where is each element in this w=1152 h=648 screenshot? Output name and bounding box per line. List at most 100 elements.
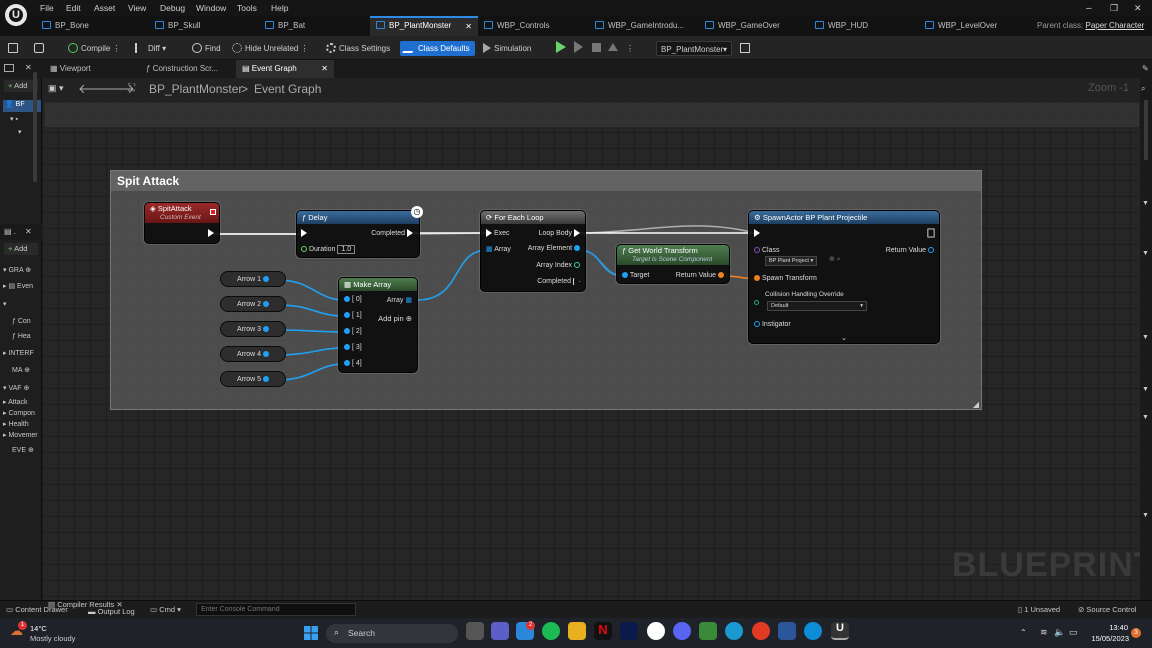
chrome-icon[interactable]	[647, 622, 665, 640]
details-scrollbar[interactable]	[1144, 100, 1148, 160]
expand-pins-icon[interactable]: ⌄	[841, 334, 847, 342]
diff-button[interactable]: Diff ▾	[135, 41, 166, 56]
array-pin-2[interactable]: [ 2]	[344, 328, 362, 335]
simulation-button[interactable]: Simulation	[483, 41, 531, 56]
volume-icon[interactable]: 🔈	[1054, 627, 1065, 638]
class-browse-icons[interactable]: ⊕ ⌕	[829, 255, 841, 264]
console-command-input[interactable]	[196, 603, 356, 616]
show-hidden-icons-icon[interactable]: ⌃	[1020, 628, 1027, 637]
tab-wbp-gameintroduction[interactable]: WBP_GameIntrodu...	[595, 16, 695, 36]
teams-icon[interactable]	[491, 622, 509, 640]
graph-event-item[interactable]: ▸ ▤ Even	[3, 282, 41, 290]
menu-tools[interactable]: Tools	[237, 3, 257, 13]
add-member-button[interactable]: + Add	[4, 243, 38, 255]
minimize-button[interactable]: –	[1086, 3, 1092, 14]
collision-select[interactable]: Default ▾	[767, 301, 867, 311]
menu-edit[interactable]: Edit	[66, 3, 81, 13]
chevron-down-icon[interactable]: ▼	[1142, 334, 1149, 341]
array-pin-1[interactable]: [ 1]	[344, 312, 362, 319]
delay-completed-pin[interactable]: Completed	[371, 229, 413, 237]
chevron-down-icon[interactable]: ▼	[1142, 200, 1149, 207]
output-log-button[interactable]: ▬ Output Log	[88, 607, 135, 616]
tab-bp-bat[interactable]: BP_Bat	[265, 16, 365, 36]
browse-debug-object-icon[interactable]	[740, 41, 753, 56]
section-functions[interactable]: ▾	[3, 300, 41, 308]
variable-category-movement[interactable]: ▸ Movemer	[3, 431, 41, 439]
tab-bp-skull[interactable]: BP_Skull	[155, 16, 255, 36]
make-array-node[interactable]: ▦ Make Array [ 0] [ 1] [ 2] [ 3] [ 4] Ar…	[338, 277, 418, 373]
tab-wbp-gameover[interactable]: WBP_GameOver	[705, 16, 805, 36]
array-element-pin[interactable]: Array Element	[528, 245, 580, 252]
cmd-select[interactable]: ▭ Cmd ▾	[150, 605, 181, 614]
ea-app-icon[interactable]	[752, 622, 770, 640]
save-icon[interactable]	[8, 41, 21, 56]
play-options-kebab-icon[interactable]: ⋮	[626, 41, 634, 56]
variable-category-attack[interactable]: ▸ Attack	[3, 398, 41, 406]
advance-frame-button[interactable]	[574, 41, 583, 56]
array-input-pin[interactable]: ▦ Array	[486, 245, 511, 253]
maximize-button[interactable]: ❐	[1110, 3, 1118, 14]
array-pin-3[interactable]: [ 3]	[344, 344, 362, 351]
variable-arrow-5[interactable]: Arrow 5	[220, 371, 286, 387]
add-circle-icon[interactable]: ⊕	[24, 385, 30, 392]
clock-time[interactable]: 13:40	[1090, 623, 1128, 632]
panel-scrollbar[interactable]	[33, 72, 37, 182]
chevron-down-icon[interactable]: ▼	[1142, 512, 1149, 519]
menu-window[interactable]: Window	[196, 3, 226, 13]
array-output-pin[interactable]: Array ▦	[387, 296, 412, 304]
file-explorer-icon[interactable]	[568, 622, 586, 640]
exec-input-pin[interactable]	[301, 229, 307, 237]
variable-arrow-4[interactable]: Arrow 4	[220, 346, 286, 362]
chevron-down-icon[interactable]: ▼	[1142, 386, 1149, 393]
graph-options-icon[interactable]: ▣ ▾	[48, 83, 64, 94]
kebab-icon[interactable]: ⋮	[113, 44, 121, 53]
exec-input-pin[interactable]	[754, 229, 760, 237]
tab-bp-plantmonster[interactable]: BP_PlantMonster ✕	[370, 16, 478, 36]
edit-icon[interactable]: ✎	[1142, 64, 1149, 73]
spawn-actor-node[interactable]: ⚙ SpawnActor BP Plant Projectile Class B…	[748, 210, 940, 344]
netflix-icon[interactable]: N	[594, 622, 612, 640]
tab-bp-bone[interactable]: BP_Bone	[42, 16, 142, 36]
tab-viewport[interactable]: ▦ Viewport	[44, 60, 136, 78]
exec-input-pin[interactable]: Exec	[486, 229, 510, 237]
variable-category-health[interactable]: ▸ Health	[3, 420, 41, 428]
duration-value-field[interactable]: 1.0	[337, 245, 356, 254]
loop-completed-pin[interactable]: Completed	[537, 278, 580, 285]
add-circle-icon[interactable]: ⊕	[28, 447, 34, 454]
close-tab-icon[interactable]: ✕	[465, 22, 472, 31]
edge-icon[interactable]	[804, 622, 822, 640]
transform-return-pin[interactable]: Return Value	[676, 272, 724, 279]
menu-view[interactable]: View	[128, 3, 146, 13]
close-tab-icon[interactable]: ✕	[321, 60, 328, 78]
array-index-pin[interactable]: Array Index	[536, 262, 580, 269]
tab-wbp-controls[interactable]: WBP_Controls	[484, 16, 589, 36]
get-world-transform-node[interactable]: ƒ Get World Transform Target is Scene Co…	[616, 244, 730, 284]
clock-date[interactable]: 15/05/2023	[1087, 634, 1129, 643]
green-app-icon[interactable]	[699, 622, 717, 640]
add-circle-icon[interactable]: ⊕	[25, 267, 31, 274]
tab-event-graph[interactable]: ▤ Event Graph ✕	[236, 60, 334, 78]
kebab-icon[interactable]: ⋮	[301, 44, 309, 53]
unsaved-button[interactable]: ▯ 1 Unsaved	[1018, 605, 1060, 614]
add-circle-icon[interactable]: ⊕	[24, 367, 30, 374]
unreal-logo-icon[interactable]: U	[5, 4, 27, 26]
collision-pin[interactable]	[754, 299, 759, 306]
breadcrumb-root[interactable]: BP_PlantMonster	[149, 82, 242, 96]
variable-arrow-2[interactable]: Arrow 2	[220, 296, 286, 312]
add-pin-button[interactable]: Add pin ⊕	[378, 314, 412, 323]
battery-icon[interactable]: ▭	[1069, 627, 1078, 638]
menu-help[interactable]: Help	[271, 3, 288, 13]
spotify-icon[interactable]	[542, 622, 560, 640]
debug-object-select[interactable]: BP_PlantMonster ▾	[656, 41, 732, 56]
array-pin-4[interactable]: [ 4]	[344, 360, 362, 367]
wifi-icon[interactable]: ≋	[1040, 627, 1048, 638]
windows-start-icon[interactable]	[304, 626, 318, 640]
parent-class-link[interactable]: Paper Character	[1085, 21, 1144, 30]
word-icon[interactable]	[778, 622, 796, 640]
menu-asset[interactable]: Asset	[94, 3, 115, 13]
close-window-button[interactable]: ✕	[1134, 3, 1142, 14]
taskbar-search-box[interactable]: ⌕ Search	[326, 624, 458, 643]
class-select[interactable]: BP Plant Project ▾	[765, 256, 818, 266]
section-variables[interactable]: ▾ VAF ⊕	[3, 384, 41, 392]
close-panel-icon[interactable]: ✕	[25, 227, 32, 236]
